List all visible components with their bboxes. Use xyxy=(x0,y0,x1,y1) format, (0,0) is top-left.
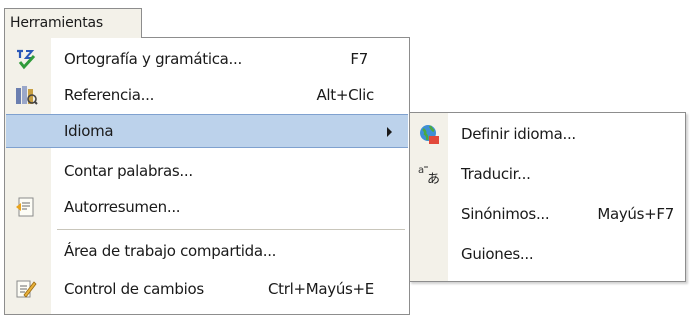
submenu-item-set-language[interactable]: Definir idioma... xyxy=(411,115,684,153)
menu-item-auto-summary[interactable]: Autorresumen... xyxy=(6,190,408,224)
svg-text:あ: あ xyxy=(427,172,440,186)
menu-item-shortcut: Ctrl+Mayús+E xyxy=(267,280,374,298)
submenu-arrow-icon xyxy=(387,127,392,137)
menu-item-word-count[interactable]: Contar palabras... xyxy=(6,154,408,188)
menu-item-shared-workspace[interactable]: Área de trabajo compartida... xyxy=(6,234,408,268)
menu-item-label: Idioma xyxy=(64,122,114,140)
menu-item-language[interactable]: Idioma xyxy=(6,114,408,148)
menu-item-label: Autorresumen... xyxy=(64,198,181,216)
spelling-check-icon xyxy=(14,47,38,71)
menu-item-label: Contar palabras... xyxy=(64,162,193,180)
menu-item-label: Ortografía y gramática... xyxy=(64,50,242,68)
globe-language-icon xyxy=(417,122,441,146)
menu-item-reference[interactable]: Referencia... Alt+Clic xyxy=(6,78,408,112)
submenu-item-hyphenation[interactable]: Guiones... xyxy=(411,235,684,273)
reference-books-icon xyxy=(14,83,38,107)
submenu-item-synonyms[interactable]: Sinónimos... Mayús+F7 xyxy=(411,195,684,233)
translate-icon: a あ xyxy=(417,162,441,187)
submenu-item-label: Traducir... xyxy=(461,165,531,183)
menu-item-spelling-grammar[interactable]: Ortografía y gramática... F7 xyxy=(6,42,408,76)
svg-text:a: a xyxy=(418,165,424,176)
menu-bar-item-herramientas[interactable]: Herramientas xyxy=(4,8,142,38)
menu-item-label: Área de trabajo compartida... xyxy=(64,242,277,260)
menu-item-shortcut: Alt+Clic xyxy=(316,86,374,104)
menu-screenshot: Herramientas Ortografía y gramática... F… xyxy=(0,0,690,315)
submenu-item-shortcut: Mayús+F7 xyxy=(597,205,674,223)
language-submenu: Definir idioma... a あ Traducir... Sinóni… xyxy=(409,112,686,282)
submenu-item-label: Sinónimos... xyxy=(461,205,550,223)
submenu-item-translate[interactable]: a あ Traducir... xyxy=(411,155,684,193)
menu-bar-label: Herramientas xyxy=(10,15,103,31)
menu-separator xyxy=(57,229,405,230)
auto-summary-icon xyxy=(14,195,38,219)
track-changes-icon xyxy=(14,277,38,301)
menu-item-shortcut: F7 xyxy=(350,50,368,68)
submenu-item-label: Guiones... xyxy=(461,245,534,263)
submenu-item-label: Definir idioma... xyxy=(461,125,576,143)
menu-item-track-changes[interactable]: Control de cambios Ctrl+Mayús+E xyxy=(6,272,408,306)
menu-item-label: Control de cambios xyxy=(64,280,204,298)
tools-dropdown-menu: Ortografía y gramática... F7 Referencia.… xyxy=(4,37,410,315)
menu-item-label: Referencia... xyxy=(64,86,155,104)
